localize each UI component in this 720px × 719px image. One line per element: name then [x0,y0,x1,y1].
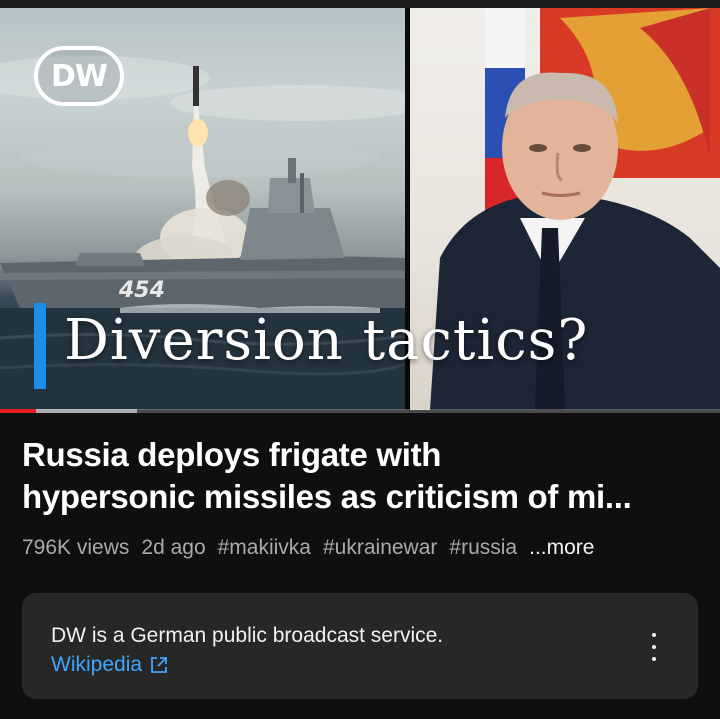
more-link[interactable]: ...more [529,536,594,560]
video-title-line-2: hypersonic missiles as criticism of mi..… [22,478,632,515]
hashtag-link[interactable]: #russia [449,536,517,560]
hashtag-link[interactable]: #ukrainewar [323,536,437,560]
view-count: 796K views [22,536,130,559]
thumbnail-caption: Diversion tactics? [64,308,589,373]
ship-number: 454 [119,278,165,303]
video-thumbnail[interactable]: DW 454 Diversion tactics? [0,8,720,410]
progress-played [0,409,36,413]
top-strip [0,0,720,8]
wikipedia-link-label: Wikipedia [51,653,143,676]
upload-age: 2d ago [141,536,206,559]
dw-logo-text: DW [51,58,108,94]
info-panel-text: DW is a German public broadcast service. [51,624,444,647]
dw-logo: DW [34,46,124,106]
hashtag-link[interactable]: #makiivka [218,536,311,560]
video-progress-bar[interactable] [0,409,720,413]
info-panel: DW is a German public broadcast service.… [22,593,698,699]
video-metadata[interactable]: 796K views 2d ago #makiivka #ukrainewar … [22,536,594,560]
video-title-line-1: Russia deploys frigate with [22,436,442,473]
wikipedia-link[interactable]: Wikipedia [51,653,168,677]
video-title[interactable]: Russia deploys frigate with hypersonic m… [22,434,712,518]
more-vert-icon[interactable] [642,633,666,661]
caption-accent-bar [34,303,46,389]
external-link-icon [151,657,167,673]
